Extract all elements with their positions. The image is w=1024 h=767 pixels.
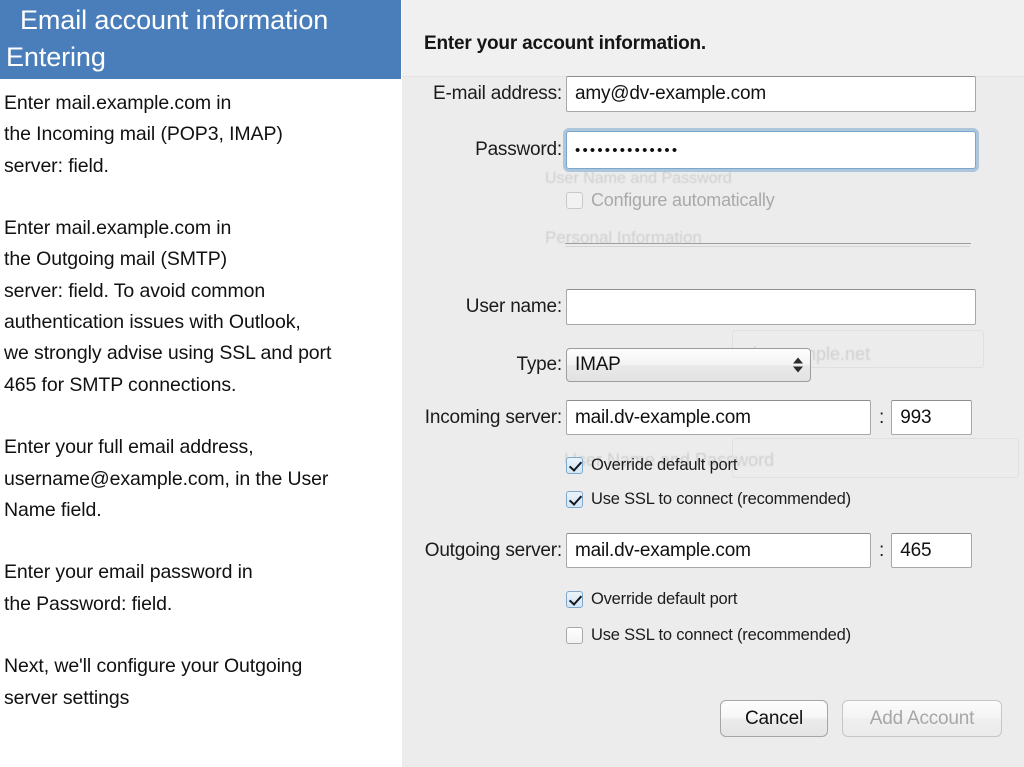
email-address-input[interactable]: amy@dv-example.com [566,76,976,112]
ghost-divider-top [565,246,970,247]
outgoing-use-ssl-label: Use SSL to connect (recommended) [591,626,851,644]
incoming-override-port-row[interactable]: Override default port [566,456,737,475]
slide-root: Email account information Entering Enter… [0,0,1024,767]
incoming-override-port-label: Override default port [591,456,738,474]
chevron-up-icon [793,357,803,364]
password-row: Password: •••••••••••••• [402,131,1002,169]
user-name-row: User name: [402,289,1002,325]
slide-title-bar: Email account information Entering [0,0,401,79]
instruction-paragraph-1: Enter mail.example.com in the Incoming m… [4,92,283,177]
outgoing-override-port-row[interactable]: Override default port [566,590,737,609]
instruction-panel: Email account information Entering Enter… [0,0,401,767]
account-type-row: Type: IMAP [402,348,1002,382]
instruction-paragraph-4: Enter your email password in the Passwor… [4,561,253,615]
ghost-field-box-2 [732,438,1019,478]
password-input[interactable]: •••••••••••••• [566,131,976,169]
outgoing-server-host-input[interactable]: mail.dv-example.com [566,533,871,568]
outgoing-override-port-checkbox[interactable] [566,591,583,608]
configure-automatically-checkbox[interactable] [566,192,583,209]
account-type-select[interactable]: IMAP [566,348,811,382]
outgoing-server-port-input[interactable]: 465 [891,533,973,568]
chevron-down-icon [793,366,803,373]
account-type-value: IMAP [575,354,621,375]
section-divider [565,243,971,244]
instruction-paragraph-5: Next, we'll configure your Outgoing serv… [4,655,303,709]
incoming-server-separator: : [879,406,885,428]
user-name-input[interactable] [566,289,976,325]
instruction-paragraph-3: Enter your full email address, username@… [4,436,329,521]
email-address-row: E-mail address: amy@dv-example.com [402,76,1002,112]
email-address-label: E-mail address: [433,83,562,104]
ghost-text-personal-information: Personal Information [545,228,702,247]
slide-title-line-1: Email account information [20,5,329,35]
slide-title-line-2: Entering [6,42,106,72]
incoming-use-ssl-row[interactable]: Use SSL to connect (recommended) [566,490,851,509]
password-masked-value: •••••••••••••• [575,141,680,159]
cancel-button[interactable]: Cancel [720,700,828,737]
password-label: Password: [475,139,562,160]
stepper-arrows-icon[interactable] [793,357,803,373]
incoming-server-port-input[interactable]: 993 [891,400,973,435]
outgoing-use-ssl-checkbox[interactable] [566,627,583,644]
incoming-use-ssl-checkbox[interactable] [566,491,583,508]
account-setup-dialog: User Name and Password Personal Informat… [402,0,1024,767]
outgoing-server-row: Outgoing server: mail.dv-example.com : 4… [402,533,1017,568]
dialog-heading: Enter your account information. [424,33,706,54]
instruction-body: Enter mail.example.com in the Incoming m… [4,88,401,714]
incoming-server-row: Incoming server: mail.dv-example.com : 9… [402,400,1017,435]
incoming-server-label: Incoming server: [424,406,562,428]
account-type-label: Type: [516,354,563,375]
incoming-use-ssl-label: Use SSL to connect (recommended) [591,490,851,508]
add-account-button[interactable]: Add Account [842,700,1002,737]
instruction-paragraph-2: Enter mail.example.com in the Outgoing m… [4,217,332,396]
outgoing-server-separator: : [879,539,885,561]
user-name-label: User name: [465,296,562,317]
ghost-text-user-name-password-top: User Name and Password [545,170,732,187]
configure-automatically-label: Configure automatically [591,190,775,210]
outgoing-override-port-label: Override default port [591,590,738,608]
outgoing-server-label: Outgoing server: [424,539,562,561]
incoming-server-host-input[interactable]: mail.dv-example.com [566,400,871,435]
outgoing-use-ssl-row[interactable]: Use SSL to connect (recommended) [566,626,851,645]
configure-automatically-checkbox-row[interactable]: Configure automatically [566,190,775,211]
incoming-override-port-checkbox[interactable] [566,457,583,474]
